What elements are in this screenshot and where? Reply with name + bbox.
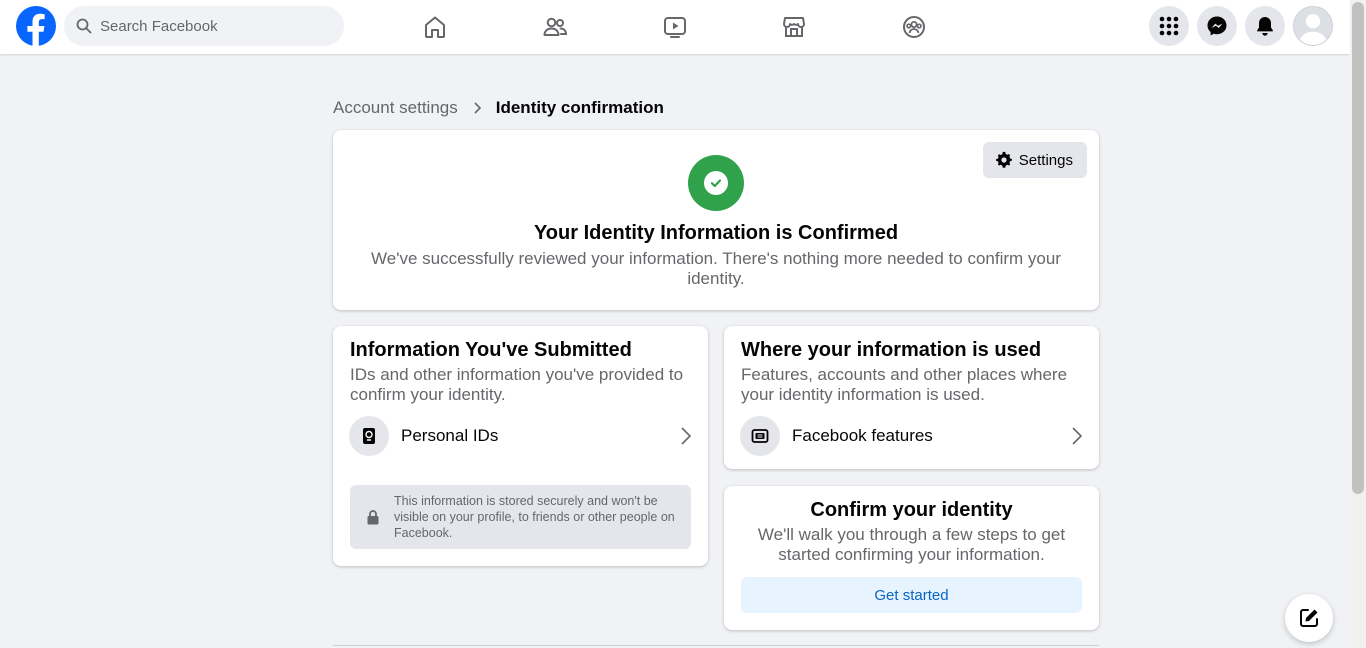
facebook-logo-icon[interactable] — [16, 6, 56, 46]
settings-button[interactable]: Settings — [982, 142, 1087, 178]
notifications-icon — [1257, 17, 1273, 36]
profile-avatar[interactable] — [1293, 6, 1333, 46]
friends-icon — [543, 17, 568, 36]
breadcrumb-account-settings[interactable]: Account settings — [333, 98, 458, 118]
nav-friends[interactable] — [539, 11, 571, 43]
divider — [333, 645, 1099, 646]
marketplace-icon — [783, 17, 805, 37]
confirmed-title: Your Identity Information is Confirmed — [533, 222, 899, 244]
home-icon — [425, 16, 445, 38]
facebook-features-row[interactable]: Facebook features — [740, 416, 1084, 456]
nav-marketplace[interactable] — [778, 11, 810, 43]
submitted-description: IDs and other information you've provide… — [350, 365, 684, 404]
chevron-right-icon — [474, 102, 481, 114]
messenger-button[interactable] — [1197, 6, 1237, 46]
personal-ids-label: Personal IDs — [401, 426, 499, 445]
nav-watch[interactable] — [659, 11, 691, 43]
secure-storage-note: This information is stored securely and … — [350, 485, 691, 549]
information-submitted-card: Information You've Submitted IDs and oth… — [333, 326, 708, 566]
get-started-button[interactable]: Get started — [741, 577, 1082, 613]
gear-icon — [995, 151, 1012, 168]
top-navbar — [0, 0, 1350, 54]
confirm-identity-title: Confirm your identity — [810, 499, 1013, 521]
nav-groups[interactable] — [898, 11, 930, 43]
new-message-button[interactable] — [1285, 594, 1333, 642]
search-bar[interactable] — [64, 6, 344, 46]
chevron-right-icon — [681, 427, 692, 445]
used-description: Features, accounts and other places wher… — [741, 365, 1068, 404]
chevron-right-icon — [1072, 427, 1083, 445]
notifications-button[interactable] — [1245, 6, 1285, 46]
confirm-identity-description: We'll walk you through a few steps to ge… — [757, 525, 1066, 564]
page-scrollbar[interactable] — [1350, 0, 1366, 648]
menu-grid-icon — [1159, 16, 1179, 36]
facebook-features-label: Facebook features — [792, 426, 933, 445]
breadcrumb: Account settings Identity confirmation — [333, 98, 664, 118]
submitted-title: Information You've Submitted — [350, 339, 632, 361]
compose-icon — [1300, 609, 1318, 627]
scrollbar-thumb[interactable] — [1352, 2, 1364, 494]
information-used-card: Where your information is used Features,… — [724, 326, 1099, 469]
default-avatar-icon — [1294, 7, 1332, 45]
id-card-icon — [349, 416, 389, 456]
identity-confirmed-card: Settings Your Identity Information is Co… — [333, 130, 1099, 310]
settings-button-label: Settings — [1018, 151, 1073, 169]
breadcrumb-current: Identity confirmation — [495, 98, 664, 117]
used-title: Where your information is used — [741, 339, 1042, 361]
lock-icon — [367, 510, 379, 525]
confirm-identity-card: Confirm your identity We'll walk you thr… — [724, 486, 1099, 630]
search-icon — [76, 18, 92, 34]
search-input[interactable] — [100, 17, 320, 35]
menu-button[interactable] — [1149, 6, 1189, 46]
messenger-icon — [1207, 16, 1227, 36]
groups-icon — [903, 16, 925, 38]
confirmed-description: We've successfully reviewed your informa… — [371, 249, 1061, 288]
watch-icon — [664, 17, 686, 38]
features-icon — [740, 416, 780, 456]
secure-note-text: This information is stored securely and … — [394, 494, 675, 540]
success-check-icon — [688, 155, 744, 211]
personal-ids-row[interactable]: Personal IDs — [349, 416, 693, 456]
nav-home[interactable] — [419, 11, 451, 43]
